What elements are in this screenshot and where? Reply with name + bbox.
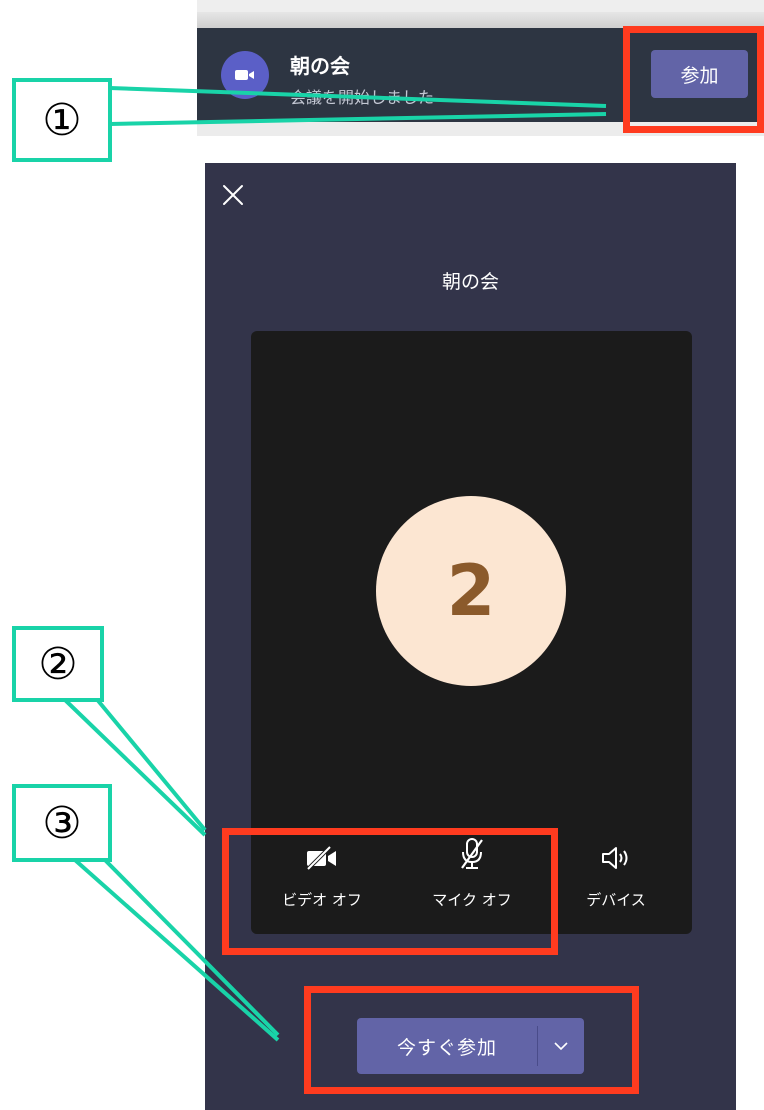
callout-2: ② <box>12 626 104 702</box>
highlight-join-now <box>304 986 639 1094</box>
avatar-initial: 2 <box>446 550 496 632</box>
device-settings[interactable]: デバイス <box>551 831 681 921</box>
speaker-icon <box>602 847 628 869</box>
prejoin-panel: 朝の会 2 ビデオ オフ マイク オフ デバイス 今すぐ参加 <box>205 163 736 1110</box>
callout-1: ① <box>12 78 112 162</box>
close-icon <box>223 185 243 205</box>
avatar: 2 <box>376 496 566 686</box>
callout-3: ③ <box>12 784 112 862</box>
highlight-join-notification <box>623 26 764 133</box>
meeting-title: 朝の会 <box>441 271 499 293</box>
close-button[interactable] <box>217 179 249 211</box>
notification-subtitle: 会議を開始しました <box>290 88 435 107</box>
notification-title: 朝の会 <box>290 54 350 78</box>
meeting-icon <box>221 51 269 99</box>
highlight-av-toggles <box>222 828 558 955</box>
device-label: デバイス <box>586 891 646 909</box>
banner-top-strip <box>197 0 764 12</box>
